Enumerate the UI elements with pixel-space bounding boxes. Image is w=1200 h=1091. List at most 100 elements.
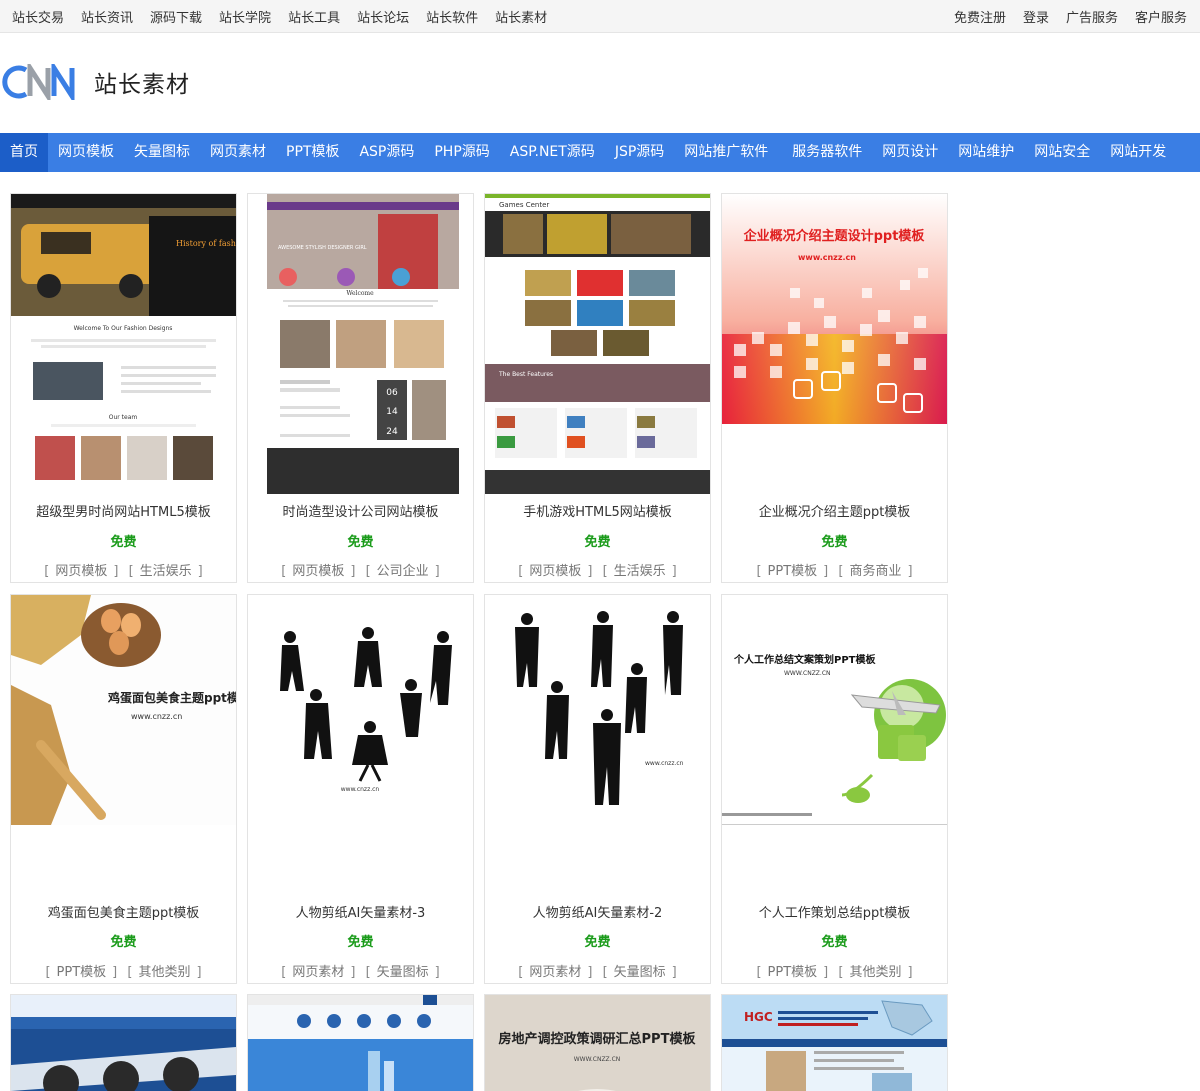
nav-server-software[interactable]: 服务器软件 [782, 133, 872, 172]
top-link-software[interactable]: 站长软件 [426, 7, 478, 26]
card[interactable]: www.cnzz.cn 人物剪纸AI矢量素材-3 免费 [网页素材] [矢量图标… [247, 594, 474, 984]
card-thumbnail[interactable]: 房地产调控政策调研汇总PPT模板 WWW.CNZZ.CN [485, 995, 710, 1091]
svg-text:Games Center: Games Center [499, 201, 549, 209]
card[interactable]: 个人工作总结文案策划PPT模板 WWW.CNZZ.CN 个人工作策划总结ppt模… [721, 594, 948, 984]
fashion-thumb-image: History of fashion Welcome To Our Fashio… [11, 194, 236, 494]
card[interactable]: Games Center The Best Features 手机游戏HTML5… [484, 193, 711, 583]
card-title[interactable]: 鸡蛋面包美食主题ppt模板 [11, 902, 236, 921]
card-tags: [网页素材] [矢量图标] [518, 965, 677, 980]
nav-ppt-templates[interactable]: PPT模板 [276, 133, 349, 172]
card[interactable]: History of fashion Welcome To Our Fashio… [10, 193, 237, 583]
card-tags: [网页素材] [矢量图标] [281, 965, 440, 980]
cnn-logo-icon [2, 64, 75, 100]
card[interactable]: AWESOME STYLISH DESIGNER GIRL Welcome 06… [247, 193, 474, 583]
card-price: 免费 [821, 535, 848, 550]
card-price: 免费 [110, 535, 137, 550]
card-tag-link[interactable]: 网页模板 [55, 564, 107, 579]
card-tag-link[interactable]: 矢量图标 [614, 965, 666, 980]
card-thumbnail[interactable]: 个人工作总结文案策划PPT模板 WWW.CNZZ.CN [722, 595, 947, 825]
card[interactable] [10, 994, 237, 1091]
ppt-plane-thumb-image: 个人工作总结文案策划PPT模板 WWW.CNZZ.CN [722, 595, 947, 824]
card[interactable]: 鸡蛋面包美食主题ppt模板 www.cnzz.cn 鸡蛋面包美食主题ppt模板 … [10, 594, 237, 984]
customer-service-link[interactable]: 客户服务 [1135, 7, 1187, 26]
card-price: 免费 [584, 935, 611, 950]
card-thumbnail[interactable]: HGC [722, 995, 947, 1091]
card[interactable]: 企业概况介绍主题设计ppt模板 www.cnzz.cn 企业概况介绍主题ppt模… [721, 193, 948, 583]
card-tag-link[interactable]: 其他类别 [849, 965, 901, 980]
nav-web-design[interactable]: 网页设计 [872, 133, 948, 172]
card-tags: [网页模板] [生活娱乐] [44, 564, 203, 579]
card-title[interactable]: 个人工作策划总结ppt模板 [722, 902, 947, 921]
top-link-tools[interactable]: 站长工具 [288, 7, 340, 26]
card[interactable]: HGC [721, 994, 948, 1091]
card-tag-link[interactable]: 生活娱乐 [140, 564, 192, 579]
svg-text:HGC: HGC [744, 1010, 773, 1024]
nav-web-materials[interactable]: 网页素材 [200, 133, 276, 172]
top-link-source[interactable]: 源码下载 [150, 7, 202, 26]
nav-site-security[interactable]: 网站安全 [1024, 133, 1100, 172]
card-thumbnail[interactable]: Games Center The Best Features [485, 194, 710, 494]
card-tag-link[interactable]: 商务商业 [849, 564, 901, 579]
nav-php-source[interactable]: PHP源码 [424, 133, 499, 172]
card[interactable]: www.cnzz.cn 人物剪纸AI矢量素材-2 免费 [网页素材] [矢量图标… [484, 594, 711, 984]
card-thumbnail[interactable] [248, 995, 473, 1091]
card-thumbnail[interactable] [11, 995, 236, 1091]
card-thumbnail[interactable]: www.cnzz.cn [248, 595, 473, 825]
card-title[interactable]: 企业概况介绍主题ppt模板 [722, 501, 947, 520]
card-thumbnail[interactable]: History of fashion Welcome To Our Fashio… [11, 194, 236, 494]
svg-text:Welcome To Our Fashion Designs: Welcome To Our Fashion Designs [74, 325, 173, 332]
card-tag-link[interactable]: 网页模板 [529, 564, 581, 579]
card-tag-link[interactable]: 生活娱乐 [614, 564, 666, 579]
top-link-college[interactable]: 站长学院 [219, 7, 271, 26]
nav-vector-icons[interactable]: 矢量图标 [124, 133, 200, 172]
card-tag-link[interactable]: 网页素材 [529, 965, 581, 980]
airport-thumb-image [11, 995, 236, 1091]
nav-asp-source[interactable]: ASP源码 [349, 133, 424, 172]
card-tag-link[interactable]: PPT模板 [57, 965, 107, 980]
card-tag-link[interactable]: 公司企业 [377, 564, 429, 579]
svg-text:企业概况介绍主题设计ppt模板: 企业概况介绍主题设计ppt模板 [743, 228, 926, 244]
nav-aspnet-source[interactable]: ASP.NET源码 [500, 133, 605, 172]
ad-service-link[interactable]: 广告服务 [1066, 7, 1118, 26]
nav-web-templates[interactable]: 网页模板 [48, 133, 124, 172]
svg-text:WWW.CNZZ.CN: WWW.CNZZ.CN [574, 1056, 621, 1063]
card-title[interactable]: 手机游戏HTML5网站模板 [485, 501, 710, 520]
card[interactable]: 房地产调控政策调研汇总PPT模板 WWW.CNZZ.CN [484, 994, 711, 1091]
card-thumbnail[interactable]: 企业概况介绍主题设计ppt模板 www.cnzz.cn [722, 194, 947, 494]
nav-promotion-software[interactable]: 网站推广软件 [674, 133, 778, 172]
card-price: 免费 [821, 935, 848, 950]
svg-text:24: 24 [386, 427, 398, 437]
card-tags: [PPT模板] [其他类别] [45, 965, 202, 980]
top-bar-left-links: 站长交易 站长资讯 源码下载 站长学院 站长工具 站长论坛 站长软件 站长素材 [12, 0, 564, 33]
card-thumbnail[interactable]: www.cnzz.cn [485, 595, 710, 825]
card-title[interactable]: 人物剪纸AI矢量素材-2 [485, 902, 710, 921]
site-logo[interactable]: 站长素材 [2, 64, 190, 100]
nav-site-maintenance[interactable]: 网站维护 [948, 133, 1024, 172]
card-tag-link[interactable]: PPT模板 [768, 965, 818, 980]
svg-text:www.cnzz.cn: www.cnzz.cn [798, 253, 856, 262]
card-tag-link[interactable]: 网页模板 [292, 564, 344, 579]
top-bar: 站长交易 站长资讯 源码下载 站长学院 站长工具 站长论坛 站长软件 站长素材 … [0, 0, 1200, 33]
nav-home[interactable]: 首页 [0, 133, 48, 172]
card-tag-link[interactable]: 其他类别 [138, 965, 190, 980]
top-link-news[interactable]: 站长资讯 [81, 7, 133, 26]
svg-text:房地产调控政策调研汇总PPT模板: 房地产调控政策调研汇总PPT模板 [499, 1031, 697, 1047]
top-link-trade[interactable]: 站长交易 [12, 7, 64, 26]
card-price: 免费 [110, 935, 137, 950]
svg-text:鸡蛋面包美食主题ppt模板: 鸡蛋面包美食主题ppt模板 [107, 690, 236, 705]
login-link[interactable]: 登录 [1023, 7, 1049, 26]
card[interactable] [247, 994, 474, 1091]
card-title[interactable]: 超级型男时尚网站HTML5模板 [11, 501, 236, 520]
card-thumbnail[interactable]: 鸡蛋面包美食主题ppt模板 www.cnzz.cn [11, 595, 236, 825]
top-link-material[interactable]: 站长素材 [495, 7, 547, 26]
card-title[interactable]: 时尚造型设计公司网站模板 [248, 501, 473, 520]
top-link-forum[interactable]: 站长论坛 [357, 7, 409, 26]
register-link[interactable]: 免费注册 [954, 7, 1006, 26]
card-tag-link[interactable]: PPT模板 [768, 564, 818, 579]
nav-site-development[interactable]: 网站开发 [1100, 133, 1176, 172]
card-tag-link[interactable]: 矢量图标 [377, 965, 429, 980]
card-tag-link[interactable]: 网页素材 [292, 965, 344, 980]
card-title[interactable]: 人物剪纸AI矢量素材-3 [248, 902, 473, 921]
card-thumbnail[interactable]: AWESOME STYLISH DESIGNER GIRL Welcome 06… [248, 194, 473, 494]
nav-jsp-source[interactable]: JSP源码 [605, 133, 674, 172]
